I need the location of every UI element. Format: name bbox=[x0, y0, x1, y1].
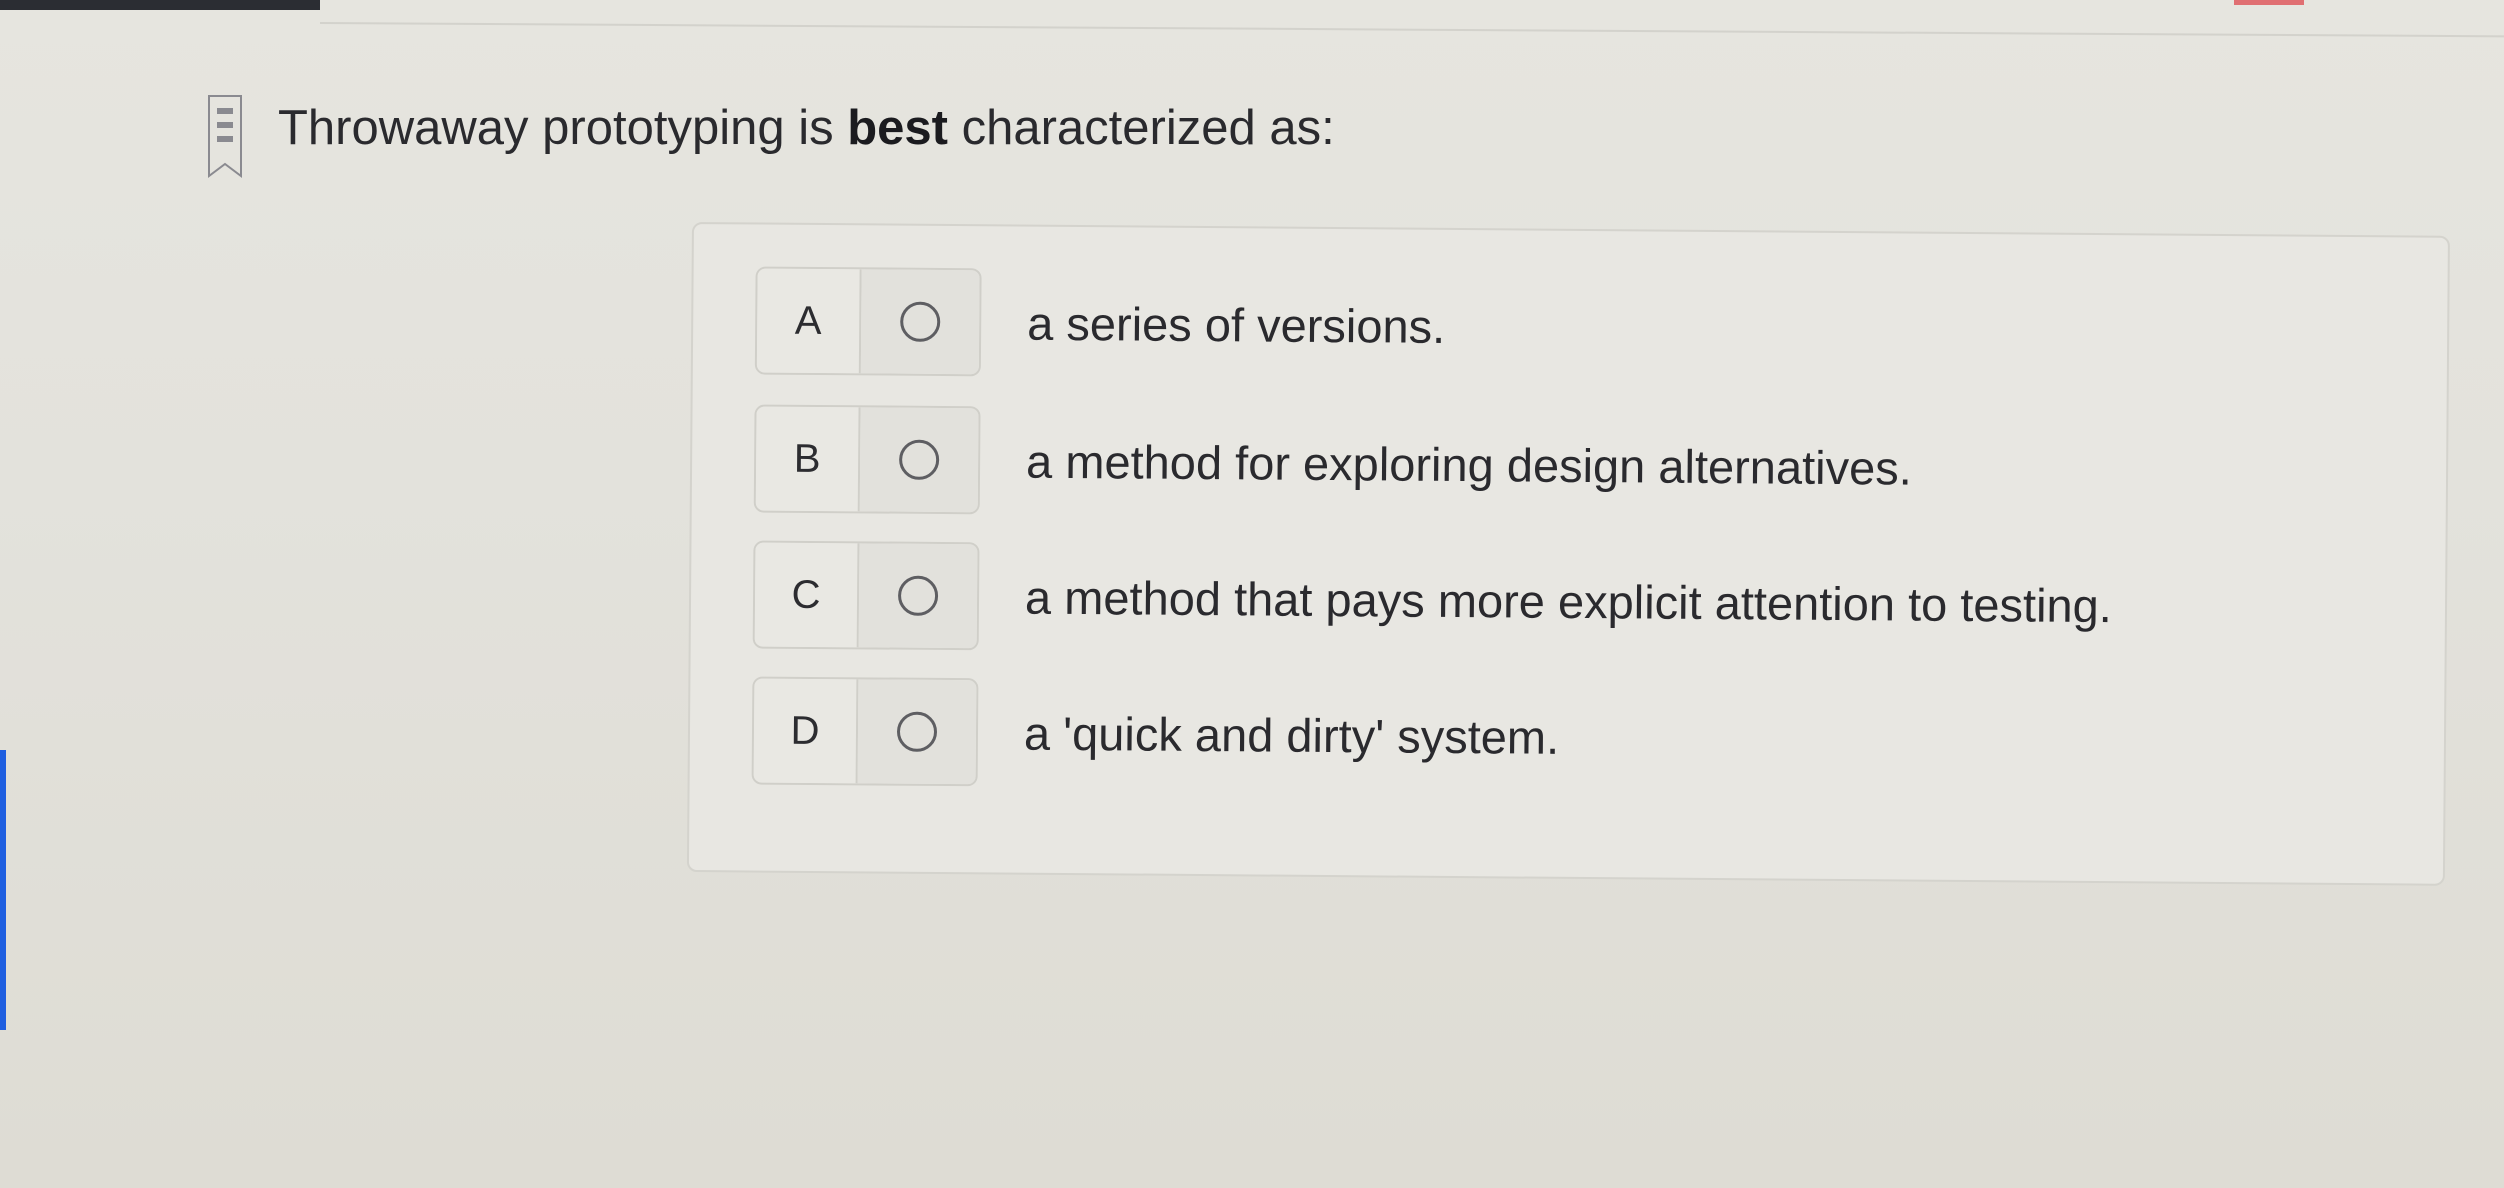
choice-a-text[interactable]: a series of versions. bbox=[1027, 295, 1445, 353]
choice-d-text[interactable]: a 'quick and dirty' system. bbox=[1024, 705, 1560, 764]
choice-a-letter: A bbox=[756, 268, 862, 374]
question-prefix: Throwaway prototyping is bbox=[278, 101, 848, 155]
choice-a-selector[interactable]: A bbox=[754, 266, 982, 377]
radio-unselected-icon[interactable] bbox=[896, 711, 938, 752]
choice-d-letter: D bbox=[753, 678, 859, 784]
question-suffix: characterized as: bbox=[947, 101, 1335, 155]
choice-c-letter: C bbox=[754, 542, 860, 648]
choice-d-selector[interactable]: D bbox=[751, 676, 979, 787]
top-accent-mark bbox=[2234, 0, 2304, 5]
question-row: Throwaway prototyping is best characteri… bbox=[205, 92, 1335, 184]
choice-b-radio-cell[interactable] bbox=[859, 407, 979, 513]
bookmark-flag-icon[interactable] bbox=[205, 92, 245, 184]
question-text: Throwaway prototyping is best characteri… bbox=[278, 101, 1335, 156]
radio-unselected-icon[interactable] bbox=[897, 575, 939, 616]
answer-choices-panel: A a series of versions. B a method for e… bbox=[686, 222, 2450, 886]
choice-a-radio-cell[interactable] bbox=[860, 269, 980, 375]
choice-c-radio-cell[interactable] bbox=[858, 543, 978, 649]
choice-b[interactable]: B a method for exploring design alternat… bbox=[753, 404, 1913, 521]
choice-c-selector[interactable]: C bbox=[752, 540, 980, 651]
choice-b-text[interactable]: a method for exploring design alternativ… bbox=[1026, 433, 1912, 495]
choice-d[interactable]: D a 'quick and dirty' system. bbox=[751, 676, 1560, 790]
choice-c[interactable]: C a method that pays more explicit atten… bbox=[752, 540, 2113, 659]
question-emphasis: best bbox=[847, 101, 948, 155]
radio-unselected-icon[interactable] bbox=[898, 439, 940, 480]
choice-b-selector[interactable]: B bbox=[753, 404, 981, 515]
radio-unselected-icon[interactable] bbox=[900, 301, 941, 342]
top-window-bar bbox=[0, 0, 320, 10]
choice-d-radio-cell[interactable] bbox=[857, 679, 977, 785]
header-divider bbox=[319, 22, 2504, 38]
choice-a[interactable]: A a series of versions. bbox=[754, 266, 1446, 380]
choice-c-text[interactable]: a method that pays more explicit attenti… bbox=[1025, 569, 2112, 633]
choice-b-letter: B bbox=[755, 406, 861, 512]
left-edge-accent bbox=[0, 750, 6, 1030]
